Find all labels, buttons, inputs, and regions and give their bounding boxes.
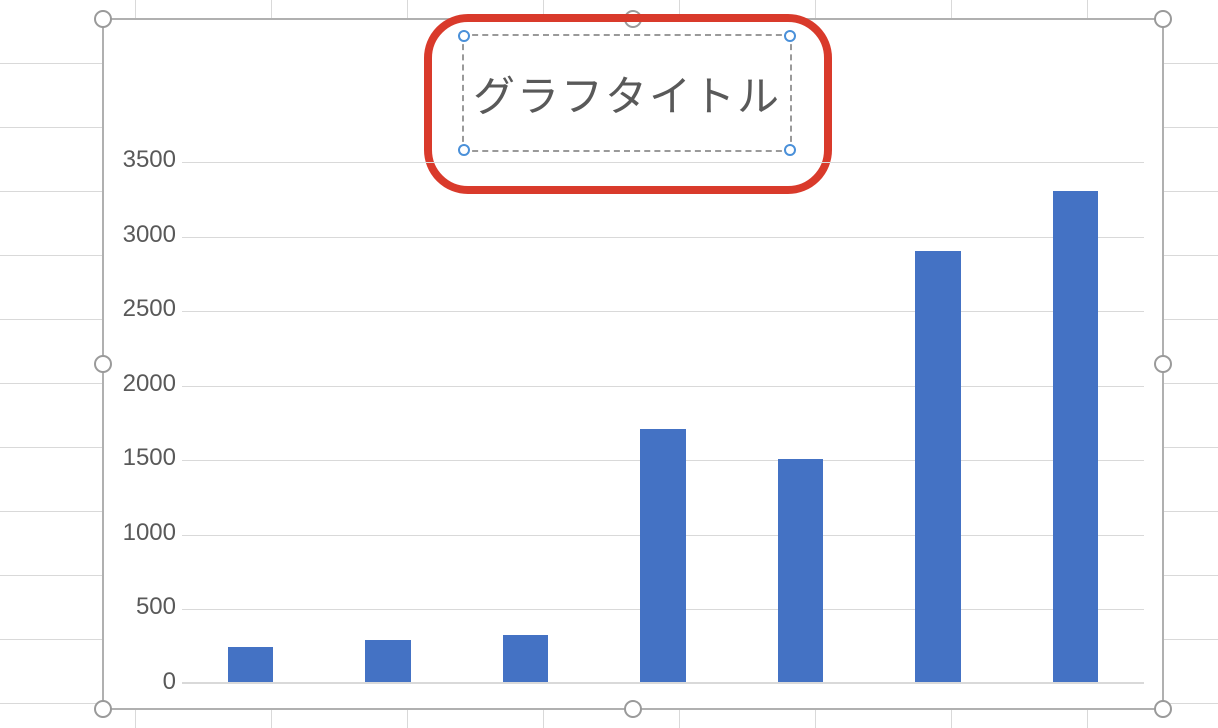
resize-handle-top-center[interactable] (624, 10, 642, 28)
bar[interactable] (640, 429, 685, 683)
chart-title-text[interactable]: グラフタイトル (473, 63, 781, 124)
title-handle-bottom-left[interactable] (458, 144, 470, 156)
bar[interactable] (365, 640, 410, 683)
resize-handle-bottom-center[interactable] (624, 700, 642, 718)
bar[interactable] (228, 647, 273, 683)
y-axis-ticks: 0 500 1000 1500 2000 2500 3000 3500 (110, 146, 176, 702)
y-tick-label: 2500 (110, 295, 176, 323)
bar[interactable] (503, 635, 548, 683)
title-handle-top-right[interactable] (784, 30, 796, 42)
title-handle-bottom-right[interactable] (784, 144, 796, 156)
resize-handle-bottom-right[interactable] (1154, 700, 1172, 718)
title-handle-top-left[interactable] (458, 30, 470, 42)
plot-area[interactable]: 0500100015002000250030003500 (182, 162, 1144, 684)
y-tick-label: 3500 (110, 146, 176, 174)
resize-handle-top-right[interactable] (1154, 10, 1172, 28)
resize-handle-top-left[interactable] (94, 10, 112, 28)
resize-handle-middle-right[interactable] (1154, 355, 1172, 373)
y-tick-label: 3000 (110, 221, 176, 249)
bar[interactable] (915, 251, 960, 684)
chart-title-box[interactable]: グラフタイトル (462, 34, 792, 152)
y-tick-label: 1500 (110, 444, 176, 472)
y-tick-label: 1000 (110, 519, 176, 547)
y-tick-label: 500 (110, 593, 176, 621)
chart-object[interactable]: グラフタイトル 0 500 1000 1500 2000 2500 3000 3500 (102, 18, 1164, 710)
y-tick-label: 0 (110, 668, 176, 696)
bar[interactable] (778, 459, 823, 683)
x-axis (182, 682, 1144, 684)
resize-handle-bottom-left[interactable] (94, 700, 112, 718)
y-tick-label: 2000 (110, 370, 176, 398)
bar-series[interactable] (182, 162, 1144, 684)
bar[interactable] (1053, 191, 1098, 683)
